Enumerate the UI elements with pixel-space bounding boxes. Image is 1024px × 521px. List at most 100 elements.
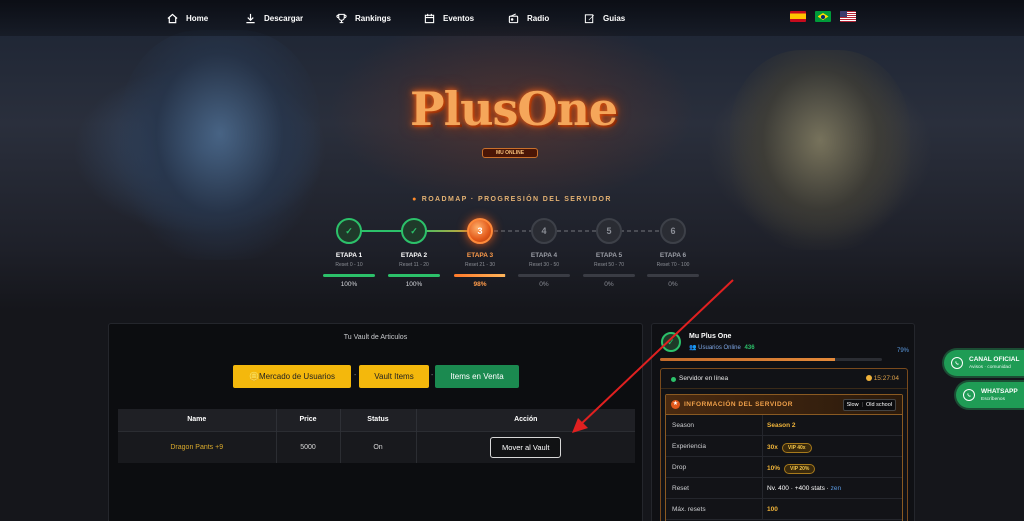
stage-marker: 6 <box>660 218 686 244</box>
table-header-row: Name Price Status Acción <box>118 409 635 431</box>
move-to-vault-button[interactable]: Mover al Vault <box>490 436 562 458</box>
info-header: ★ INFORMACIÓN DEL SERVIDOR Slow | Old sc… <box>666 395 902 415</box>
stage-marker: 3 <box>467 218 493 244</box>
drop-rate: 10% <box>767 465 781 472</box>
stage-progress-bar <box>647 274 699 277</box>
users-icon: 👥 <box>689 345 697 351</box>
download-icon <box>245 13 256 24</box>
mode-toggle: Slow | Old school <box>842 399 896 411</box>
logo-subtitle: MU ONLINE <box>482 148 538 158</box>
server-info-card: Servidor en línea 15:27:04 ★ INFORMACIÓN… <box>660 368 908 521</box>
flag-usa-icon[interactable] <box>840 11 856 22</box>
logo-text: PlusOne <box>410 82 618 136</box>
reset-info: Nv. 400 · +400 stats · <box>767 485 831 492</box>
server-status-row: Servidor en línea 15:27:04 <box>661 369 907 389</box>
info-value: Season 2 <box>767 422 796 429</box>
button-separator: - <box>431 372 434 379</box>
info-row-reset: Reset Nv. 400 · +400 stats · zen <box>666 478 902 499</box>
roadmap-stage: 5 ETAPA 5 Reset 50 - 70 0% <box>574 218 644 288</box>
info-key: Season <box>672 422 695 429</box>
column-header-action: Acción <box>416 409 635 431</box>
nav-radio[interactable]: Radio <box>508 11 549 25</box>
server-load-bar <box>660 358 882 361</box>
top-nav: Home Descargar Rankings Eventos Radio Gu… <box>0 0 1024 36</box>
info-title: INFORMACIÓN DEL SERVIDOR <box>684 401 793 408</box>
nav-download[interactable]: Descargar <box>245 11 303 25</box>
info-value: 10% VIP 20% <box>767 464 816 474</box>
nav-home[interactable]: Home <box>167 11 208 25</box>
stage-progress-bar <box>454 274 506 277</box>
whatsapp-icon <box>963 389 975 401</box>
nav-rankings[interactable]: Rankings <box>336 11 391 25</box>
nav-radio-label: Radio <box>527 13 550 23</box>
vault-table: Name Price Status Acción Dragon Pants +9… <box>118 409 635 463</box>
server-load-fill <box>660 358 836 361</box>
info-row-drop: Drop 10% VIP 20% <box>666 457 902 478</box>
info-row-max-resets: Máx. resets 100 <box>666 499 902 520</box>
stage-name: ETAPA 2 <box>400 252 428 259</box>
online-count: 436 <box>744 345 755 351</box>
info-key: Máx. resets <box>672 506 706 513</box>
vault-items-button[interactable]: Vault Items <box>359 365 429 388</box>
server-time: 15:27:04 <box>865 375 899 382</box>
stage-levels: Reset 50 - 70 <box>593 262 625 268</box>
server-panel: ✓ Mu Plus One 👥 Usuarios Online 436 79% … <box>651 323 915 521</box>
info-row-experience: Experiencia 30x VIP 40x <box>666 436 902 457</box>
hero-archer-art <box>730 50 910 250</box>
stage-percent: 100% <box>340 281 358 288</box>
nav-guides[interactable]: Guias <box>584 11 625 25</box>
stage-name: ETAPA 1 <box>335 252 363 259</box>
check-icon: ✓ <box>401 218 427 244</box>
nav-download-label: Descargar <box>264 13 304 23</box>
server-status: Servidor en línea <box>679 375 729 382</box>
stage-progress-fill <box>323 274 375 277</box>
info-key: Reset <box>672 485 689 492</box>
flag-brazil-icon[interactable] <box>815 11 831 22</box>
mode-slow-button[interactable]: Slow <box>844 400 862 410</box>
nav-events[interactable]: Eventos <box>424 11 474 25</box>
vault-panel: Tu Vault de Articulos 🪙Mercado de Usuari… <box>108 323 643 521</box>
server-info-box: ★ INFORMACIÓN DEL SERVIDOR Slow | Old sc… <box>665 394 903 521</box>
server-load-percent: 79% <box>896 348 909 354</box>
home-icon <box>167 13 178 24</box>
stage-progress-bar <box>388 274 440 277</box>
roadmap-stage: ✓ ETAPA 2 Reset 11 - 20 100% <box>379 218 449 288</box>
star-icon: ★ <box>671 400 680 409</box>
stage-levels: Reset 30 - 50 <box>528 262 560 268</box>
stage-percent: 0% <box>668 281 678 288</box>
stage-progress-bar <box>323 274 375 277</box>
user-market-button[interactable]: 🪙Mercado de Usuarios <box>233 365 351 388</box>
online-users: 👥 Usuarios Online 436 <box>689 344 755 351</box>
stage-name: ETAPA 5 <box>595 252 623 259</box>
online-label: Usuarios Online <box>698 345 741 351</box>
whatsapp-chat-button[interactable]: WHATSAPP Escríbenos <box>956 382 1024 408</box>
check-icon: ✓ <box>336 218 362 244</box>
radio-icon <box>508 12 519 24</box>
stage-percent: 100% <box>405 281 423 288</box>
whatsapp-icon <box>951 357 963 369</box>
whatsapp-channel-button[interactable]: CANAL OFICIAL Avisos · comunidad <box>944 350 1024 376</box>
flag-spain-icon[interactable] <box>790 11 806 22</box>
mode-oldschool-button[interactable]: Old school <box>863 400 895 410</box>
hero-warrior-art <box>120 30 320 260</box>
stage-progress-fill <box>454 274 505 277</box>
roadmap-stage: ✓ ETAPA 1 Reset 0 - 10 100% <box>314 218 384 288</box>
roadmap-title-text: ROADMAP · PROGRESIÓN DEL SERVIDOR <box>421 196 612 203</box>
online-dot-icon <box>671 377 676 382</box>
item-name-cell[interactable]: Dragon Pants +9 <box>118 430 277 463</box>
trophy-icon <box>336 13 347 24</box>
column-header-status: Status <box>340 409 417 431</box>
zen-label: zen <box>830 485 842 492</box>
plusone-logo[interactable]: PlusOne MU ONLINE <box>400 70 620 180</box>
stage-name: ETAPA 6 <box>659 252 687 259</box>
info-row-season: Season Season 2 <box>666 415 902 436</box>
stage-percent: 0% <box>604 281 614 288</box>
flame-icon: ● <box>412 196 418 203</box>
items-for-sale-button[interactable]: Items en Venta <box>435 365 519 388</box>
item-price-cell: 5000 <box>276 430 341 463</box>
item-action-cell: Mover al Vault <box>416 430 635 463</box>
stage-name: ETAPA 3 <box>466 252 494 259</box>
stage-levels: Reset 0 - 10 <box>335 262 363 268</box>
stage-percent: 0% <box>539 281 549 288</box>
stage-levels: Reset 11 - 20 <box>399 262 429 268</box>
